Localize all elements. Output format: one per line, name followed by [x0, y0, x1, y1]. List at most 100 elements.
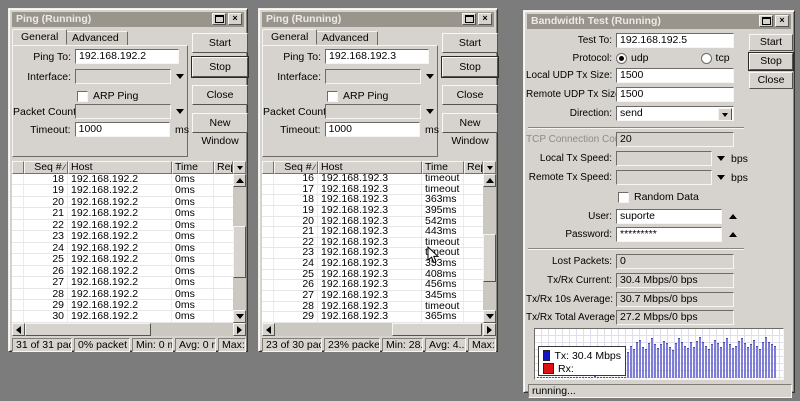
table-row[interactable]: 28 192.168.192.3 timeout [262, 301, 483, 313]
table-row[interactable]: 21 192.168.192.2 0ms [12, 208, 233, 220]
tab-general[interactable]: General [12, 29, 68, 45]
interface-dropdown-icon[interactable] [426, 74, 434, 79]
local-udp-tx-size-input[interactable]: 1500 [616, 68, 734, 83]
ping2-titlebar[interactable]: Ping (Running) × [262, 12, 494, 27]
maximize-icon[interactable] [462, 13, 476, 25]
direction-combo[interactable]: send [616, 106, 734, 121]
row-indicator-column[interactable] [262, 161, 274, 174]
new-window-button[interactable]: New Window [442, 113, 498, 147]
table-row[interactable]: 27 192.168.192.2 0ms [12, 277, 233, 289]
table-row[interactable]: 18 192.168.192.3 363ms [262, 195, 483, 206]
vertical-scrollbar[interactable] [233, 174, 246, 323]
ping-to-input[interactable]: 192.168.192.3 [325, 49, 429, 64]
table-row[interactable]: 25 192.168.192.2 0ms [12, 254, 233, 266]
user-spin-up-icon[interactable] [729, 214, 737, 219]
user-input[interactable]: suporte [616, 209, 722, 224]
table-row[interactable]: 16 192.168.192.3 timeout [262, 174, 483, 185]
packet-count-dropdown-icon[interactable] [426, 109, 434, 114]
column-host[interactable]: Host [318, 161, 422, 174]
close-icon[interactable]: × [775, 15, 789, 27]
arp-ping-checkbox[interactable] [327, 90, 338, 102]
remote-tx-speed-dropdown-icon[interactable] [717, 175, 725, 180]
bw-titlebar[interactable]: Bandwidth Test (Running) × [527, 14, 791, 29]
close-icon[interactable]: × [478, 13, 492, 25]
table-row[interactable]: 18 192.168.192.2 0ms [12, 174, 233, 186]
column-time[interactable]: Time [422, 161, 464, 174]
close-button[interactable]: Close [442, 85, 498, 105]
column-seq[interactable]: Seq # ∕ [24, 161, 68, 174]
table-row[interactable]: 19 192.168.192.2 0ms [12, 185, 233, 197]
test-to-input[interactable]: 192.168.192.5 [616, 33, 734, 48]
table-row[interactable]: 26 192.168.192.2 0ms [12, 265, 233, 278]
remote-udp-tx-size-input[interactable]: 1500 [616, 87, 734, 102]
scroll-down-icon[interactable] [233, 310, 246, 323]
direction-dropdown-icon[interactable] [718, 108, 732, 120]
table-row[interactable]: 19 192.168.192.3 395ms [262, 205, 483, 217]
column-host[interactable]: Host [68, 161, 172, 174]
packet-count-combo[interactable] [75, 104, 171, 119]
vertical-scroll-thumb[interactable] [483, 234, 496, 282]
table-row[interactable]: 30 192.168.192.2 0ms [12, 311, 233, 323]
packet-count-combo[interactable] [325, 104, 421, 119]
tab-general[interactable]: General [262, 29, 318, 45]
timeout-input[interactable]: 1000 [324, 122, 420, 137]
column-time[interactable]: Time [172, 161, 214, 174]
remote-tx-speed-combo[interactable] [616, 170, 712, 185]
table-row[interactable]: 17 192.168.192.3 timeout [262, 184, 483, 196]
arp-ping-checkbox[interactable] [77, 90, 88, 102]
stop-button[interactable]: Stop [748, 52, 794, 71]
table-row[interactable]: 20 192.168.192.2 0ms [12, 196, 233, 209]
table-row[interactable]: 26 192.168.192.3 456ms [262, 280, 483, 291]
horizontal-scrollbar[interactable] [262, 323, 496, 336]
start-button[interactable]: Start [192, 33, 248, 53]
column-seq[interactable]: Seq # ∕ [274, 161, 318, 174]
scroll-down-icon[interactable] [483, 310, 496, 323]
table-row[interactable]: 24 192.168.192.3 353ms [262, 259, 483, 270]
start-button[interactable]: Start [749, 34, 793, 51]
ping1-titlebar[interactable]: Ping (Running) × [12, 12, 244, 27]
password-input[interactable]: ********* [616, 227, 722, 242]
interface-dropdown-icon[interactable] [176, 74, 184, 79]
table-row[interactable]: 24 192.168.192.2 0ms [12, 242, 233, 255]
start-button[interactable]: Start [442, 33, 498, 53]
local-tx-speed-dropdown-icon[interactable] [717, 156, 725, 161]
column-chooser-icon[interactable] [483, 161, 496, 174]
table-row[interactable]: 23 192.168.192.2 0ms [12, 231, 233, 243]
packet-count-dropdown-icon[interactable] [176, 109, 184, 114]
scroll-left-icon[interactable] [12, 323, 25, 336]
interface-combo[interactable] [75, 69, 171, 84]
close-icon[interactable]: × [228, 13, 242, 25]
timeout-input[interactable]: 1000 [74, 122, 170, 137]
column-reply-size[interactable]: Reply Si [214, 161, 233, 174]
scroll-right-icon[interactable] [233, 323, 246, 336]
column-chooser-icon[interactable] [233, 161, 246, 174]
tab-advanced[interactable]: Advanced [313, 31, 378, 45]
new-window-button[interactable]: New Window [192, 113, 248, 147]
close-button[interactable]: Close [749, 72, 793, 89]
close-button[interactable]: Close [192, 85, 248, 105]
scroll-left-icon[interactable] [262, 323, 275, 336]
local-tx-speed-combo[interactable] [616, 151, 712, 166]
table-row[interactable]: 23 192.168.192.3 timeout [262, 248, 483, 259]
maximize-icon[interactable] [212, 13, 226, 25]
table-row[interactable]: 25 192.168.192.3 408ms [262, 269, 483, 281]
table-row[interactable]: 20 192.168.192.3 542ms [262, 216, 483, 228]
random-data-checkbox[interactable] [618, 191, 629, 203]
ping-to-input[interactable]: 192.168.192.2 [75, 49, 179, 64]
horizontal-scroll-thumb[interactable] [25, 323, 151, 336]
interface-combo[interactable] [325, 69, 421, 84]
maximize-icon[interactable] [759, 15, 773, 27]
scroll-up-icon[interactable] [233, 174, 246, 187]
stop-button[interactable]: Stop [441, 56, 499, 78]
tab-advanced[interactable]: Advanced [63, 31, 128, 45]
table-row[interactable]: 22 192.168.192.3 timeout [262, 237, 483, 249]
vertical-scroll-thumb[interactable] [233, 226, 246, 278]
table-row[interactable]: 27 192.168.192.3 345ms [262, 290, 483, 302]
stop-button[interactable]: Stop [191, 56, 249, 78]
row-indicator-column[interactable] [12, 161, 24, 174]
column-reply-size[interactable]: Reply Si [464, 161, 483, 174]
horizontal-scrollbar[interactable] [12, 323, 246, 336]
scroll-right-icon[interactable] [483, 323, 496, 336]
vertical-scrollbar[interactable] [483, 174, 496, 323]
horizontal-scroll-thumb[interactable] [392, 323, 482, 336]
